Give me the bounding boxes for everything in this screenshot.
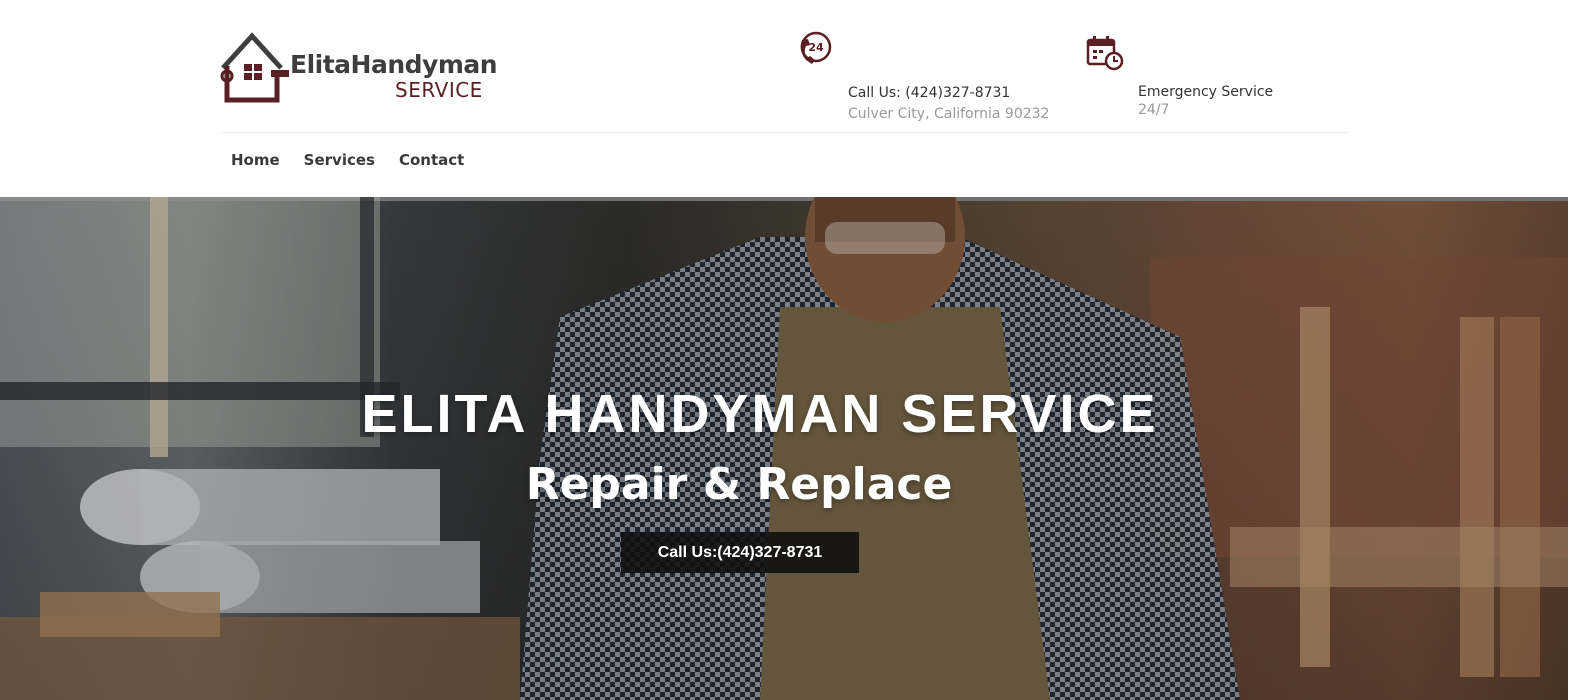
logo-subtitle: SERVICE	[395, 78, 483, 102]
header-divider	[219, 132, 1348, 133]
nav-home[interactable]: Home	[231, 151, 280, 169]
house-tools-icon	[220, 32, 289, 103]
hero-subtitle: Repair & Replace	[525, 459, 953, 510]
hero-background-image	[0, 197, 1568, 700]
hours-text: 24/7	[1138, 102, 1170, 118]
hero-title: ELITA HANDYMAN SERVICE	[361, 384, 1159, 444]
logo[interactable]: ElitaHandyman SERVICE	[219, 30, 498, 106]
svg-text:24: 24	[808, 41, 824, 54]
main-nav: Home Services Contact	[231, 151, 488, 169]
phone-24-icon: 24	[800, 31, 832, 64]
logo-name: ElitaHandyman	[290, 50, 498, 79]
hero-section: ELITA HANDYMAN SERVICE Repair & Replace …	[0, 197, 1568, 700]
nav-contact[interactable]: Contact	[399, 151, 464, 169]
emergency-title: Emergency Service	[1138, 84, 1274, 100]
calendar-clock-icon	[1086, 36, 1124, 71]
phone-title[interactable]: Call Us: (424)327-8731	[848, 85, 1010, 101]
call-us-button[interactable]: Call Us:(424)327-8731	[621, 532, 859, 573]
nav-services[interactable]: Services	[304, 151, 375, 169]
site-header: ElitaHandyman SERVICE 24 Call Us: (424)3…	[0, 0, 1568, 197]
address-text: Culver City, California 90232	[848, 106, 1050, 122]
